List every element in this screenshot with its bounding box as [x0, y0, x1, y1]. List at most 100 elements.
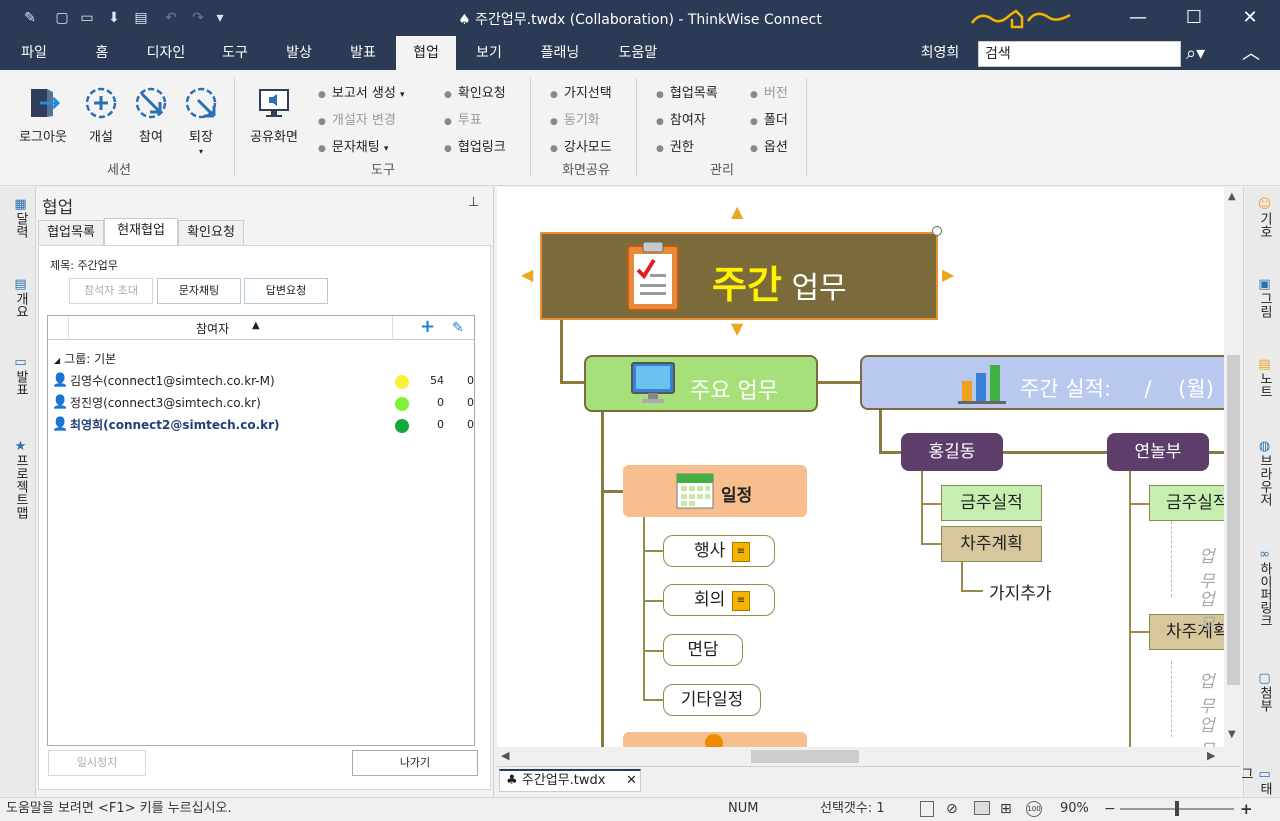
tab-current-collab[interactable]: 현재협업	[104, 218, 178, 245]
report-generate-item[interactable]: ● 보고서 생성 ▾	[318, 82, 404, 101]
change-owner-item[interactable]: ● 개설자 변경	[318, 109, 396, 128]
scroll-right-icon[interactable]: ▶	[1207, 749, 1215, 762]
interview-node[interactable]: 면담	[663, 634, 743, 666]
close-button[interactable]: ✕	[1238, 6, 1262, 30]
sidebar-item-calendar[interactable]: ▦달력	[8, 197, 30, 238]
screen-view-icon[interactable]	[974, 801, 990, 815]
maximize-button[interactable]: ☐	[1182, 6, 1206, 30]
sidebar-item-notes[interactable]: ▤노트	[1252, 357, 1274, 398]
tab-design[interactable]: 디자인	[134, 36, 198, 70]
tab-ideation[interactable]: 발상	[272, 36, 326, 70]
rights-item[interactable]: ● 권한	[656, 136, 694, 155]
scroll-left-icon[interactable]: ◀	[501, 749, 509, 762]
tab-file[interactable]: 파일	[8, 36, 60, 70]
folder-item[interactable]: ● 폴더	[750, 109, 788, 128]
leave-dropdown-icon[interactable]: ▾	[180, 147, 222, 156]
weekly-result-node[interactable]: 주간 실적: / (월)	[860, 355, 1224, 410]
presenter-mode-item[interactable]: ● 강사모드	[550, 136, 612, 155]
fit-view-icon[interactable]: ⊘	[946, 798, 958, 820]
participant-row[interactable]: 👤 정진영(connect3@simtech.co.kr) 0 0	[50, 392, 474, 414]
schedule-node[interactable]: 일정	[623, 465, 807, 517]
person-node-1[interactable]: 홍길동	[901, 433, 1003, 471]
note-icon[interactable]: ≡	[732, 542, 750, 562]
sidebar-item-outline[interactable]: ▤개요	[8, 277, 30, 318]
tab-help[interactable]: 도움말	[606, 36, 670, 70]
confirm-request-item[interactable]: ● 확인요청	[444, 82, 506, 101]
search-icon[interactable]: ⌕▾	[1186, 40, 1222, 68]
scrollbar-thumb[interactable]	[751, 750, 859, 763]
answer-request-button[interactable]: 답변요청	[244, 278, 328, 304]
placeholder-node[interactable]: 업무	[1199, 711, 1224, 747]
expand-left-icon[interactable]: ◀	[521, 265, 533, 284]
collapse-ribbon-icon[interactable]: ︿	[1236, 40, 1266, 68]
sidebar-item-images[interactable]: ▣그림	[1252, 277, 1274, 318]
sidebar-item-hyperlink[interactable]: ∞하이퍼링크	[1252, 547, 1274, 627]
root-node[interactable]: 주간 업무	[540, 232, 938, 320]
tab-confirm-request[interactable]: 확인요청	[178, 220, 244, 245]
this-week-result-node-2[interactable]: 금주실적	[1149, 485, 1224, 521]
tab-view[interactable]: 보기	[464, 36, 514, 70]
expand-right-icon[interactable]: ▶	[942, 265, 954, 284]
sidebar-item-symbols[interactable]: ☺기호	[1252, 197, 1274, 238]
sidebar-item-present[interactable]: ▭발표	[8, 355, 30, 396]
main-task-node[interactable]: 주요 업무	[584, 355, 818, 412]
branch-select-item[interactable]: ● 가지선택	[550, 82, 612, 101]
minimize-button[interactable]: —	[1126, 6, 1150, 30]
expand-down-icon[interactable]: ▼	[731, 319, 743, 338]
sidebar-item-tags[interactable]: ▭태그	[1238, 767, 1274, 797]
document-tab[interactable]: ♣ 주간업무.twdx ✕	[499, 769, 641, 792]
group-row[interactable]: ◢ 그룹: 기본	[50, 348, 474, 370]
tab-present[interactable]: 발표	[336, 36, 390, 70]
page-view-icon[interactable]	[920, 801, 934, 817]
next-week-plan-node[interactable]: 차주계획	[941, 526, 1042, 562]
text-chat-item[interactable]: ● 문자채팅 ▾	[318, 136, 388, 155]
collab-link-item[interactable]: ● 협업링크	[444, 136, 506, 155]
sync-item[interactable]: ● 동기화	[550, 109, 600, 128]
options-item[interactable]: ● 옵션	[750, 136, 788, 155]
tab-planning[interactable]: 플래닝	[526, 36, 594, 70]
pause-button[interactable]: 일시정지	[48, 750, 146, 776]
pin-icon[interactable]: ⊥	[468, 195, 479, 210]
scroll-down-icon[interactable]: ▼	[1228, 729, 1236, 740]
tab-collaboration[interactable]: 협업	[396, 36, 456, 70]
zoom-out-icon[interactable]: −	[1104, 798, 1116, 820]
vote-item[interactable]: ● 투표	[444, 109, 482, 128]
participants-item[interactable]: ● 참여자	[656, 109, 706, 128]
placeholder-node[interactable]: 업무	[1199, 585, 1224, 635]
placeholder-node[interactable]: 업무	[1199, 667, 1224, 717]
scrollbar-thumb[interactable]	[1227, 355, 1240, 685]
scroll-up-icon[interactable]: ▲	[1228, 191, 1236, 202]
column-participants[interactable]: 참여자	[196, 320, 229, 337]
user-name[interactable]: 최영희	[910, 36, 970, 70]
sidebar-item-attachment[interactable]: ▢첨부	[1252, 671, 1274, 712]
next-branch-node[interactable]	[623, 732, 807, 747]
text-chat-button[interactable]: 문자채팅	[157, 278, 241, 304]
invite-attendee-button[interactable]: 참석자 초대	[69, 278, 153, 304]
this-week-result-node[interactable]: 금주실적	[941, 485, 1042, 521]
tab-home[interactable]: 홈	[80, 36, 124, 70]
note-icon[interactable]: ≡	[732, 591, 750, 611]
vertical-scrollbar[interactable]: ▲ ▼	[1224, 187, 1243, 747]
edit-icon[interactable]: ✎	[452, 317, 470, 339]
tab-tools[interactable]: 도구	[208, 36, 262, 70]
version-item[interactable]: ● 버전	[750, 82, 788, 101]
tab-collab-list[interactable]: 협업목록	[38, 220, 104, 245]
actual-size-icon[interactable]: 100	[1026, 801, 1042, 817]
sort-ascending-icon[interactable]: ▲	[252, 320, 260, 331]
participant-row[interactable]: 👤 김영수(connect1@simtech.co.kr-M) 54 0	[50, 370, 474, 392]
other-schedule-node[interactable]: 기타일정	[663, 684, 761, 716]
add-branch-node[interactable]: 가지추가	[989, 579, 1052, 604]
mind-map-canvas[interactable]: 주간 업무 ▲ ▼ ◀ ▶ 주요 업무 주간 실적: / (월) 홍길동 연놀부…	[497, 187, 1224, 747]
close-tab-icon[interactable]: ✕	[626, 771, 637, 790]
expand-up-icon[interactable]: ▲	[731, 202, 743, 221]
add-participant-icon[interactable]: +	[420, 316, 440, 338]
meeting-node[interactable]: 회의 ≡	[663, 584, 775, 616]
zoom-slider-thumb[interactable]	[1175, 801, 1179, 816]
zoom-in-icon[interactable]: +	[1240, 798, 1253, 820]
event-node[interactable]: 행사 ≡	[663, 535, 775, 567]
sidebar-item-browser[interactable]: ◍브라우저	[1252, 439, 1274, 506]
exit-button[interactable]: 나가기	[352, 750, 478, 776]
collapse-triangle-icon[interactable]: ◢	[54, 356, 60, 365]
horizontal-scrollbar[interactable]: ◀ ▶	[497, 747, 1224, 766]
search-input[interactable]: 검색	[978, 41, 1181, 67]
